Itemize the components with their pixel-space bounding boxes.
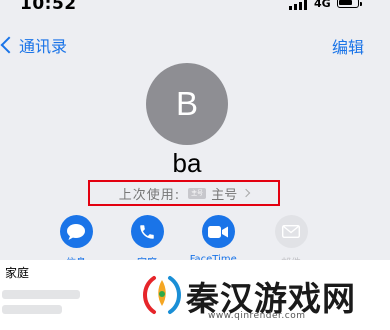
last-used-line-selector[interactable]: 上次使用: 主号 主号 — [88, 180, 280, 206]
back-button-label: 通讯录 — [19, 37, 68, 56]
video-icon — [201, 215, 235, 248]
watermark: 秦汉游戏网 www.qinrender.com — [140, 266, 385, 330]
mail-icon — [274, 215, 308, 248]
message-icon — [59, 215, 93, 248]
watermark-logo-icon — [143, 276, 181, 314]
watermark-url: www.qinrender.com — [208, 311, 306, 321]
home-phone-label: 家庭 — [5, 266, 30, 280]
battery-icon — [337, 0, 359, 8]
status-bar: 10:52 4G — [0, 0, 390, 18]
facetime-button[interactable]: FaceTime... — [183, 215, 253, 265]
chevron-left-icon — [0, 36, 18, 54]
redacted-number — [2, 305, 62, 314]
avatar-initial: B — [175, 85, 198, 122]
last-used-label: 上次使用: — [118, 187, 181, 203]
edit-button[interactable]: 编辑 — [332, 34, 364, 58]
chevron-right-icon — [241, 188, 251, 198]
signal-strength-icon — [289, 0, 309, 10]
line-name: 主号 — [211, 187, 238, 203]
avatar: B — [146, 63, 228, 145]
back-button[interactable]: 通讯录 — [0, 34, 67, 56]
network-type: 4G — [314, 0, 331, 10]
phone-icon — [130, 215, 164, 248]
battery-tip — [360, 2, 362, 6]
redacted-number — [2, 290, 80, 299]
line-badge: 主号 — [188, 187, 207, 199]
contact-name: ba — [172, 148, 202, 178]
status-time: 10:52 — [20, 0, 77, 14]
